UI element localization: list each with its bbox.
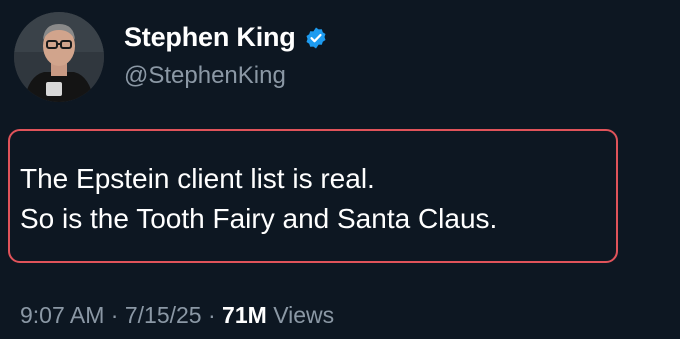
tweet-date[interactable]: 7/15/25 [125,302,202,328]
views-label: Views [273,302,335,328]
verified-badge-icon [304,26,328,50]
tweet-text-highlight: The Epstein client list is real. So is t… [8,129,618,263]
tweet-text-line: So is the Tooth Fairy and Santa Claus. [20,203,498,234]
views-count[interactable]: 71M [222,302,267,328]
author-handle[interactable]: @StephenKing [124,62,286,90]
meta-separator: · [104,302,125,328]
tweet-metadata: 9:07 AM · 7/15/25 · 71M Views [20,302,334,329]
tweet-text-line: The Epstein client list is real. [20,163,375,194]
tweet-time[interactable]: 9:07 AM [20,302,104,328]
meta-separator: · [201,302,223,328]
profile-photo [14,12,104,102]
author-display-name[interactable]: Stephen King [124,22,296,53]
avatar[interactable] [14,12,104,102]
author-name-row[interactable]: Stephen King [124,22,328,53]
